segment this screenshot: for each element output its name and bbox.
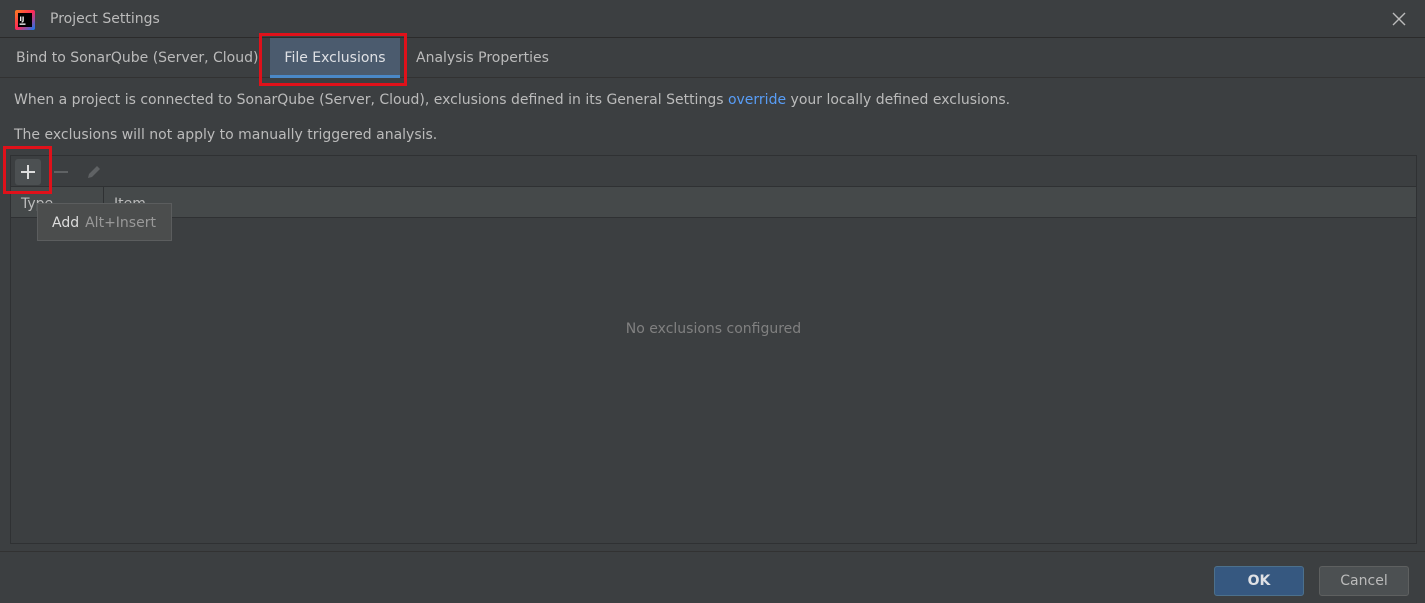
tab-bind-to-sonarqube[interactable]: Bind to SonarQube (Server, Cloud): [16, 38, 258, 78]
description-text-before: When a project is connected to SonarQube…: [14, 92, 728, 108]
tooltip-label: Add: [52, 215, 80, 231]
svg-text:IJ: IJ: [20, 15, 25, 23]
description-line-2: The exclusions will not apply to manuall…: [14, 127, 438, 143]
add-button[interactable]: [15, 159, 41, 185]
description-text-after: your locally defined exclusions.: [786, 92, 1011, 108]
plus-icon: [21, 165, 35, 179]
pencil-icon: [88, 166, 100, 178]
footer-divider: [0, 551, 1425, 552]
exclusions-toolbar: [11, 156, 1416, 187]
intellij-idea-icon: IJ: [15, 10, 35, 30]
empty-table-message: No exclusions configured: [625, 321, 802, 337]
close-icon[interactable]: [1391, 11, 1407, 27]
exclusions-panel: Type Item No exclusions configured: [10, 155, 1417, 544]
table-header: Type Item: [11, 187, 1416, 218]
remove-button[interactable]: [48, 159, 74, 185]
title-bar: IJ Project Settings: [0, 0, 1425, 38]
tab-bar: Bind to SonarQube (Server, Cloud) File E…: [0, 38, 1425, 78]
ok-button[interactable]: OK: [1214, 566, 1304, 596]
description-line-1: When a project is connected to SonarQube…: [14, 92, 1010, 108]
window-title: Project Settings: [50, 11, 160, 27]
cancel-button[interactable]: Cancel: [1319, 566, 1409, 596]
tab-analysis-properties[interactable]: Analysis Properties: [416, 38, 549, 78]
tooltip-shortcut: Alt+Insert: [85, 215, 156, 231]
add-tooltip: Add Alt+Insert: [37, 203, 172, 241]
minus-icon: [54, 171, 68, 173]
tab-file-exclusions[interactable]: File Exclusions: [270, 38, 400, 78]
override-link[interactable]: override: [728, 92, 786, 108]
edit-button[interactable]: [81, 159, 107, 185]
project-settings-dialog: IJ Project Settings Bind to SonarQube (S…: [0, 0, 1425, 603]
